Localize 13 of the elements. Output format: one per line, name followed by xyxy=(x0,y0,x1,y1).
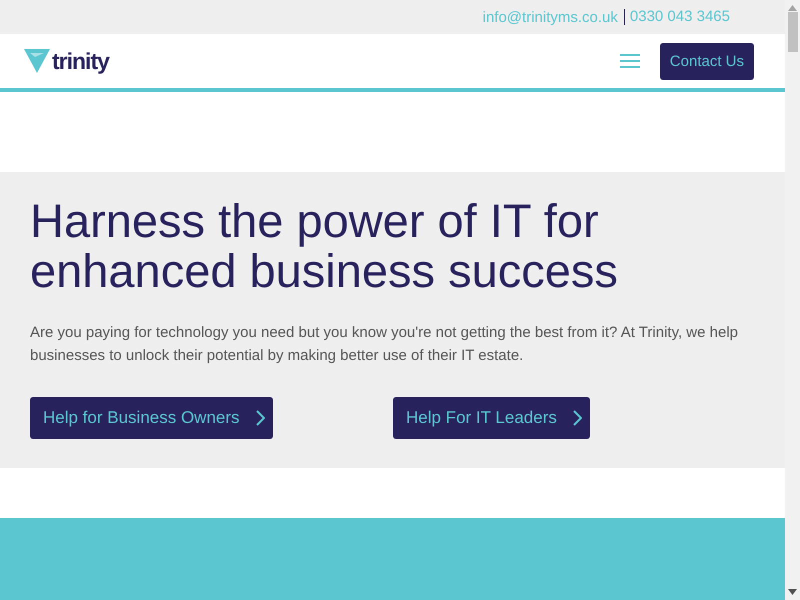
contact-button[interactable]: Contact Us xyxy=(660,42,754,80)
help-button[interactable]: Help For IT Leaders xyxy=(393,397,590,439)
chevron-right-icon xyxy=(256,410,265,426)
logo-wordmark[interactable]: trinity xyxy=(52,50,109,72)
hero-paragraph: Are you paying for technology you need but you know you're not getting the best from it? At Trinity, we help businesses to unlock their potential by making better use of their IT estate. xyxy=(30,323,740,366)
hero-heading: Harness the power of IT for enhanced business success xyxy=(30,196,619,296)
scroll-down-icon[interactable] xyxy=(788,589,797,595)
menu-icon[interactable] xyxy=(620,54,640,68)
help-button[interactable]: Help for Business Owners xyxy=(30,397,273,439)
chevron-right-icon xyxy=(572,410,582,426)
scrollbar-track[interactable] xyxy=(785,0,800,600)
scrollbar-thumb[interactable] xyxy=(788,12,798,52)
logo-icon[interactable] xyxy=(24,49,50,73)
